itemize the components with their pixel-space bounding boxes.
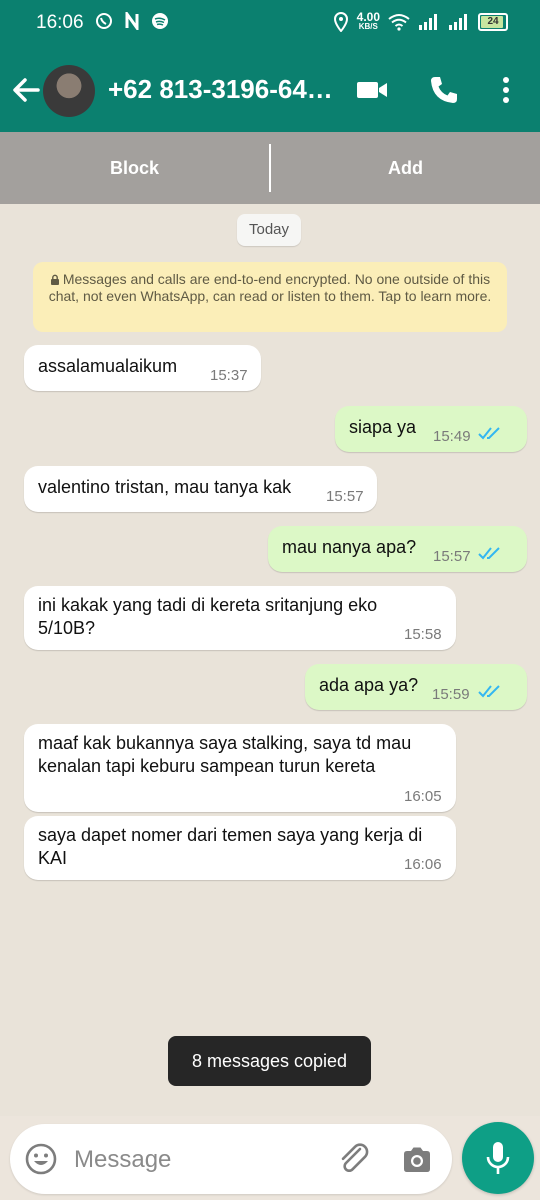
message-line: KAI: [38, 848, 68, 868]
battery-icon: 24: [478, 13, 508, 31]
encryption-text: Messages and calls are end-to-end encryp…: [48, 271, 492, 304]
back-arrow-icon[interactable]: [8, 70, 48, 110]
status-bar: 16:06 4.00 KB/S 24: [0, 0, 540, 48]
camera-icon[interactable]: [400, 1143, 434, 1177]
message-bubble-incoming[interactable]: saya dapet nomer dari temen saya yang ke…: [24, 816, 456, 880]
message-time: 15:58: [404, 626, 442, 643]
message-time: 15:57: [433, 548, 471, 565]
encryption-notice[interactable]: Messages and calls are end-to-end encryp…: [33, 262, 507, 332]
video-call-icon[interactable]: [354, 72, 390, 108]
message-line: kenalan tapi keburu sampean turun kereta: [38, 756, 376, 776]
message-bubble-outgoing[interactable]: siapa ya 15:49: [335, 406, 527, 452]
status-indicators: 4.00 KB/S 24: [333, 10, 508, 32]
add-button[interactable]: Add: [271, 132, 540, 204]
network-speed: 4.00 KB/S: [356, 10, 380, 31]
message-text: maaf kak bukannya saya stalking, saya td…: [38, 732, 411, 778]
read-ticks-icon: [478, 685, 500, 698]
message-time: 15:59: [432, 686, 470, 703]
message-bubble-outgoing[interactable]: mau nanya apa? 15:57: [268, 526, 527, 572]
message-line: 5/10B?: [38, 618, 96, 638]
date-divider: Today: [237, 214, 301, 246]
location-icon: [333, 12, 348, 32]
message-bubble-incoming[interactable]: assalamualaikum 15:37: [24, 345, 261, 391]
signal-icon: [419, 14, 437, 30]
message-time: 16:06: [404, 856, 442, 873]
spotify-icon: [151, 12, 169, 30]
message-composer: [10, 1124, 452, 1194]
message-bubble-incoming[interactable]: valentino tristan, mau tanya kak 15:57: [24, 466, 377, 512]
message-text: ini kakak yang tadi di kereta sritanjung…: [38, 594, 377, 640]
message-time: 16:05: [404, 788, 442, 805]
message-line: maaf kak bukannya saya stalking, saya td…: [38, 733, 412, 753]
lock-icon: [50, 274, 59, 285]
chat-background[interactable]: [0, 204, 540, 1116]
chat-header: +62 813-3196-64…: [0, 48, 540, 132]
message-time: 15:49: [433, 428, 471, 445]
emoji-icon[interactable]: [24, 1142, 58, 1176]
message-bubble-incoming[interactable]: ini kakak yang tadi di kereta sritanjung…: [24, 586, 456, 650]
message-text: ada apa ya?: [319, 675, 419, 695]
message-line: ini kakak yang tadi di kereta sritanjung…: [38, 595, 378, 615]
message-input[interactable]: [72, 1142, 336, 1178]
more-vert-icon[interactable]: [488, 72, 524, 108]
message-bubble-incoming[interactable]: maaf kak bukannya saya stalking, saya td…: [24, 724, 456, 812]
contact-name[interactable]: +62 813-3196-64…: [108, 74, 338, 105]
block-button[interactable]: Block: [0, 132, 269, 204]
whatsapp-icon: [95, 12, 113, 30]
voice-message-button[interactable]: [462, 1122, 534, 1194]
mic-icon: [486, 1142, 510, 1174]
signal-icon-2: [449, 14, 467, 30]
avatar[interactable]: [43, 65, 95, 117]
wifi-icon: [388, 14, 410, 31]
message-text: saya dapet nomer dari temen saya yang ke…: [38, 824, 422, 870]
message-line: saya dapet nomer dari temen saya yang ke…: [38, 825, 423, 845]
status-app-icons: [95, 9, 169, 33]
copied-toast: 8 messages copied: [168, 1036, 371, 1086]
message-bubble-outgoing[interactable]: ada apa ya? 15:59: [305, 664, 527, 710]
message-text: siapa ya: [349, 417, 417, 437]
status-time: 16:06: [36, 12, 84, 33]
message-text: mau nanya apa?: [282, 537, 417, 557]
message-time: 15:57: [326, 488, 364, 505]
message-text: valentino tristan, mau tanya kak: [38, 477, 292, 497]
phone-icon[interactable]: [426, 72, 462, 108]
message-time: 15:37: [210, 367, 248, 384]
attach-icon[interactable]: [336, 1141, 372, 1177]
read-ticks-icon: [478, 427, 500, 440]
read-ticks-icon: [478, 547, 500, 560]
netflix-icon: [123, 9, 141, 33]
unknown-contact-actions: Block Add: [0, 132, 540, 204]
message-text: assalamualaikum: [38, 356, 178, 376]
